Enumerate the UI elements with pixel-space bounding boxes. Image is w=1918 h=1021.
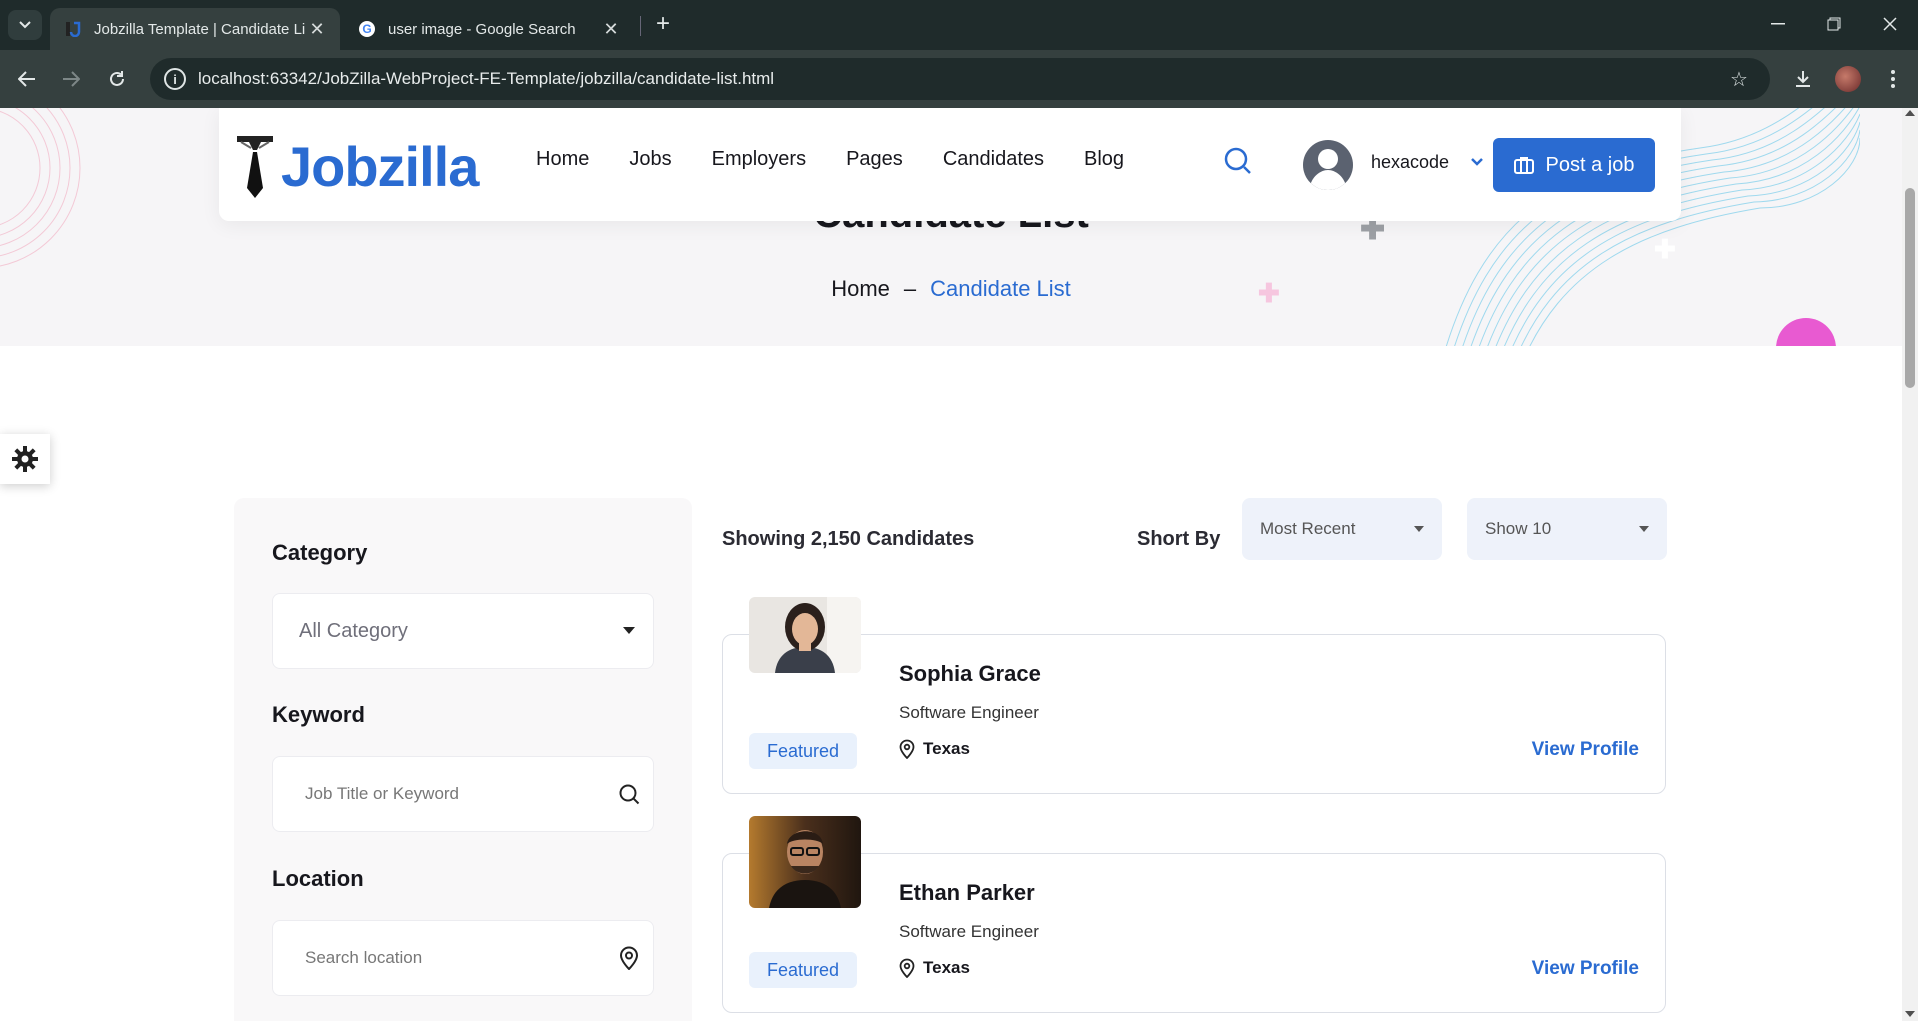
menu-item-employers[interactable]: Employers xyxy=(712,148,806,171)
tab-search-button[interactable] xyxy=(8,10,42,40)
profile-image xyxy=(1835,66,1861,92)
location-pin-icon[interactable] xyxy=(605,946,653,970)
user-avatar-icon[interactable] xyxy=(1303,140,1353,190)
site-header: Jobzilla Home Jobs Employers Pages Candi… xyxy=(219,108,1681,221)
keyword-placeholder: Job Title or Keyword xyxy=(305,784,460,803)
close-window-icon[interactable] xyxy=(1870,8,1910,40)
site-info-icon[interactable]: i xyxy=(164,68,186,90)
web-page: ✚ ✚ ✚ Candidate List Home–Candidate List… xyxy=(0,108,1902,1021)
featured-badge: Featured xyxy=(749,733,857,769)
browser-tab-bar: Jobzilla Template | Candidate Li ✕ G use… xyxy=(0,0,1918,50)
breadcrumb: Home – Candidate List xyxy=(0,276,1902,302)
tab-title: user image - Google Search xyxy=(388,20,576,38)
caret-down-icon xyxy=(1639,526,1649,532)
restore-icon[interactable] xyxy=(1814,8,1854,40)
scroll-down-icon[interactable] xyxy=(1905,1011,1915,1017)
category-label: Category xyxy=(272,540,368,565)
settings-button[interactable] xyxy=(0,434,50,484)
location-pin-icon xyxy=(899,739,915,759)
candidate-location-text: Texas xyxy=(923,958,970,977)
post-job-label: Post a job xyxy=(1545,153,1635,176)
search-icon[interactable] xyxy=(1223,146,1253,176)
candidate-location: Texas xyxy=(899,958,970,978)
candidate-name[interactable]: Sophia Grace xyxy=(899,661,1041,687)
browser-toolbar: i localhost:63342/JobZilla-WebProject-FE… xyxy=(0,50,1918,108)
svg-text:G: G xyxy=(362,22,371,36)
candidate-card[interactable]: Ethan Parker Software Engineer Texas Fea… xyxy=(722,816,1666,1013)
menu-item-home[interactable]: Home xyxy=(536,148,589,171)
username[interactable]: hexacode xyxy=(1371,152,1449,173)
sort-select[interactable]: Most Recent xyxy=(1242,498,1442,560)
jobzilla-favicon-icon xyxy=(64,20,82,38)
candidate-name[interactable]: Ethan Parker xyxy=(899,880,1035,906)
menu-item-jobs[interactable]: Jobs xyxy=(629,148,671,171)
tab-divider xyxy=(640,16,641,36)
address-bar[interactable]: i localhost:63342/JobZilla-WebProject-FE… xyxy=(150,58,1770,100)
sort-label: Short By xyxy=(1137,528,1221,550)
location-placeholder: Search location xyxy=(305,948,423,967)
candidate-card[interactable]: Sophia Grace Software Engineer Texas Fea… xyxy=(722,597,1666,794)
post-job-button[interactable]: Post a job xyxy=(1493,138,1655,192)
profile-avatar[interactable] xyxy=(1833,64,1863,94)
search-icon[interactable] xyxy=(605,783,653,805)
featured-badge: Featured xyxy=(749,952,857,988)
menu-item-candidates[interactable]: Candidates xyxy=(943,148,1044,171)
location-label: Location xyxy=(272,866,364,891)
candidate-role: Software Engineer xyxy=(899,922,1039,941)
breadcrumb-current: Candidate List xyxy=(930,276,1071,301)
candidate-photo[interactable] xyxy=(749,597,861,673)
category-value: All Category xyxy=(299,619,408,642)
tab-google-search[interactable]: G user image - Google Search ✕ xyxy=(344,8,634,50)
kebab-menu-icon[interactable] xyxy=(1878,64,1908,94)
forward-icon[interactable] xyxy=(56,64,86,94)
keyword-input[interactable]: Job Title or Keyword xyxy=(272,756,654,832)
plus-decoration: ✚ xyxy=(1654,234,1676,264)
url-text[interactable]: localhost:63342/JobZilla-WebProject-FE-T… xyxy=(198,69,1730,89)
necktie-logo-icon xyxy=(237,136,273,198)
back-icon[interactable] xyxy=(12,64,42,94)
close-tab-icon[interactable]: ✕ xyxy=(602,19,620,40)
briefcase-icon xyxy=(1513,157,1534,174)
candidate-location: Texas xyxy=(899,739,970,759)
breadcrumb-separator: – xyxy=(903,276,917,301)
minimize-icon[interactable] xyxy=(1758,8,1798,40)
gear-icon xyxy=(12,446,38,472)
page-scrollbar[interactable] xyxy=(1902,108,1918,1021)
main-menu: Home Jobs Employers Pages Candidates Blo… xyxy=(536,148,1164,171)
page-size-select[interactable]: Show 10 xyxy=(1467,498,1667,560)
page-size-value: Show 10 xyxy=(1485,519,1552,538)
chevron-down-icon[interactable] xyxy=(1469,154,1485,170)
chevron-down-icon xyxy=(19,21,31,29)
google-favicon-icon: G xyxy=(358,20,376,38)
new-tab-icon[interactable]: + xyxy=(650,12,676,38)
bookmark-star-icon[interactable]: ☆ xyxy=(1730,67,1760,92)
keyword-label: Keyword xyxy=(272,702,365,727)
caret-down-icon xyxy=(605,627,653,635)
menu-item-blog[interactable]: Blog xyxy=(1084,148,1124,171)
candidate-photo[interactable] xyxy=(749,816,861,908)
logo-text: Jobzilla xyxy=(281,134,479,198)
download-icon[interactable] xyxy=(1788,64,1818,94)
filter-sidebar: Category All Category Keyword Job Title … xyxy=(234,498,692,1021)
logo[interactable]: Jobzilla xyxy=(235,130,479,202)
close-tab-icon[interactable]: ✕ xyxy=(308,19,326,40)
view-profile-link[interactable]: View Profile xyxy=(1532,739,1639,761)
menu-item-pages[interactable]: Pages xyxy=(846,148,903,171)
tab-jobzilla[interactable]: Jobzilla Template | Candidate Li ✕ xyxy=(50,8,340,50)
candidate-role: Software Engineer xyxy=(899,703,1039,722)
sort-value: Most Recent xyxy=(1260,519,1356,538)
location-pin-icon xyxy=(899,958,915,978)
breadcrumb-home[interactable]: Home xyxy=(831,276,890,301)
scrollbar-thumb[interactable] xyxy=(1905,188,1915,388)
candidate-location-text: Texas xyxy=(923,739,970,758)
tab-title: Jobzilla Template | Candidate Li xyxy=(94,20,306,38)
caret-down-icon xyxy=(1414,526,1424,532)
reload-icon[interactable] xyxy=(102,64,132,94)
scroll-up-icon[interactable] xyxy=(1905,110,1915,116)
category-select[interactable]: All Category xyxy=(272,593,654,669)
view-profile-link[interactable]: View Profile xyxy=(1532,958,1639,980)
location-input[interactable]: Search location xyxy=(272,920,654,996)
results-count: Showing 2,150 Candidates xyxy=(722,528,975,550)
